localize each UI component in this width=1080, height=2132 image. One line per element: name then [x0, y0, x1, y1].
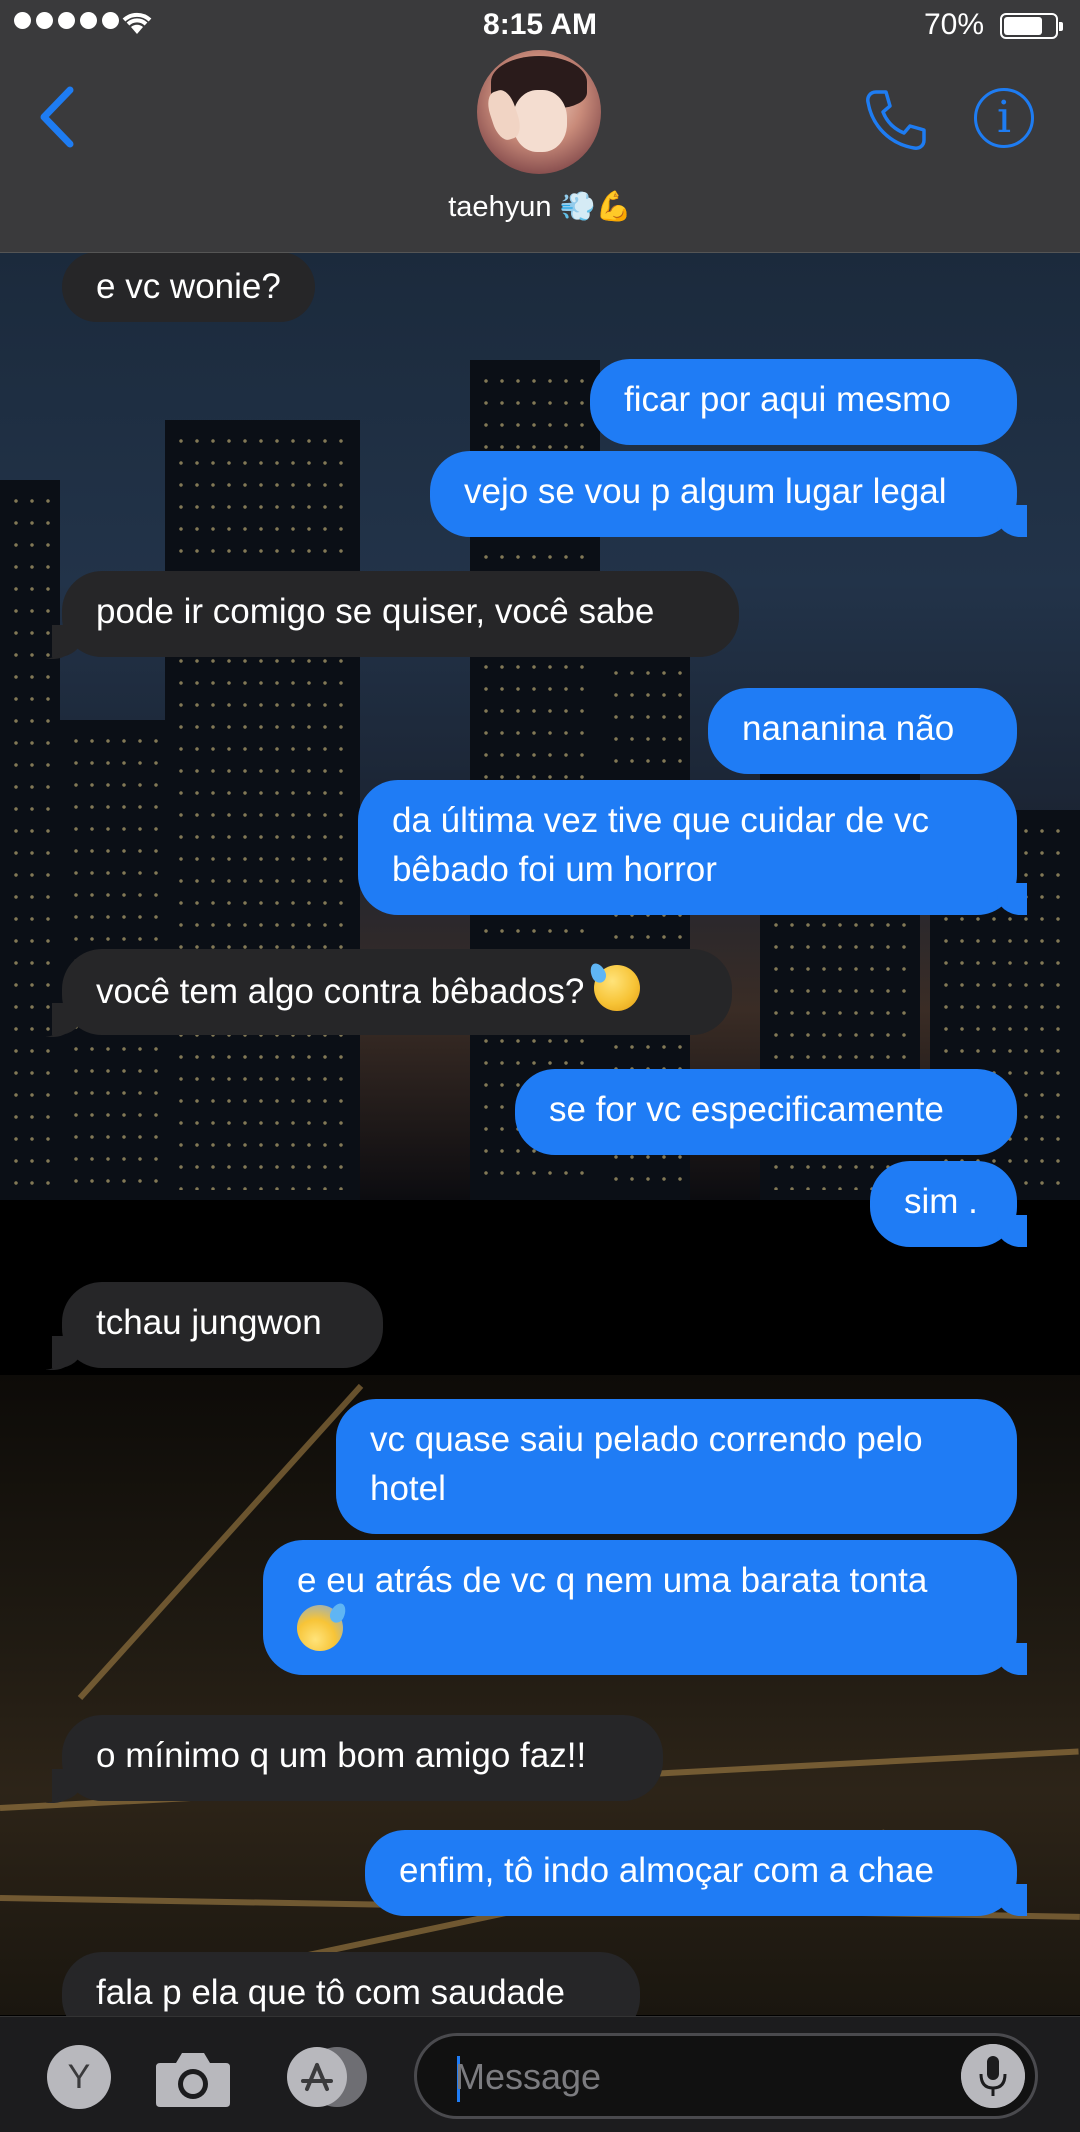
message-incoming[interactable]: e vc wonie?: [62, 252, 315, 322]
message-text: e eu atrás de vc q nem uma barata tonta: [297, 1561, 928, 1600]
message-incoming[interactable]: o mínimo q um bom amigo faz!!: [52, 1715, 663, 1801]
contact-avatar[interactable]: [477, 50, 601, 174]
message-outgoing[interactable]: ficar por aqui mesmo: [590, 359, 1017, 445]
status-bar: 8:15 AM 70%: [0, 0, 1080, 54]
battery-percent: 70%: [923, 8, 984, 41]
camera-icon[interactable]: [154, 2049, 232, 2109]
message-incoming[interactable]: fala p ela que tô com saudade: [62, 1952, 640, 2016]
message-incoming[interactable]: pode ir comigo se quiser, você sabe: [52, 571, 739, 657]
message-incoming[interactable]: tchau jungwon: [52, 1282, 383, 1368]
clock: 8:15 AM: [483, 8, 597, 41]
message-input[interactable]: [453, 2046, 937, 2108]
message-outgoing[interactable]: nananina não: [708, 688, 1017, 774]
contact-name[interactable]: taehyun 💨💪: [0, 190, 1080, 224]
anxious-sweat-face-icon: [297, 1600, 349, 1651]
message-outgoing[interactable]: da última vez tive que cuidar de vc bêba…: [358, 780, 1027, 915]
message-field[interactable]: [414, 2033, 1038, 2119]
back-button[interactable]: [34, 82, 82, 152]
message-incoming[interactable]: você tem algo contra bêbados?: [52, 949, 732, 1035]
message-thread[interactable]: e vc wonie? ficar por aqui mesmo vejo se…: [0, 252, 1080, 2016]
downcast-sweat-face-icon: [587, 960, 641, 1011]
info-icon[interactable]: i: [974, 88, 1034, 148]
app-store-icon[interactable]: [283, 2045, 369, 2109]
compose-bar: Y: [0, 2016, 1080, 2132]
battery-icon: [1000, 13, 1063, 39]
message-outgoing[interactable]: enfim, tô indo almoçar com a chae: [365, 1830, 1027, 1916]
message-text: você tem algo contra bêbados?: [96, 972, 585, 1011]
message-outgoing[interactable]: e eu atrás de vc q nem uma barata tonta: [263, 1540, 1027, 1675]
message-outgoing[interactable]: vc quase saiu pelado correndo pelo hotel: [336, 1399, 1017, 1534]
microphone-icon[interactable]: [961, 2044, 1025, 2108]
message-outgoing[interactable]: se for vc especificamente: [515, 1069, 1017, 1155]
message-outgoing[interactable]: vejo se vou p algum lugar legal: [430, 451, 1027, 537]
message-outgoing[interactable]: sim .: [870, 1161, 1027, 1247]
phone-icon[interactable]: [862, 86, 930, 154]
app-shortcut-button[interactable]: Y: [47, 2045, 111, 2109]
